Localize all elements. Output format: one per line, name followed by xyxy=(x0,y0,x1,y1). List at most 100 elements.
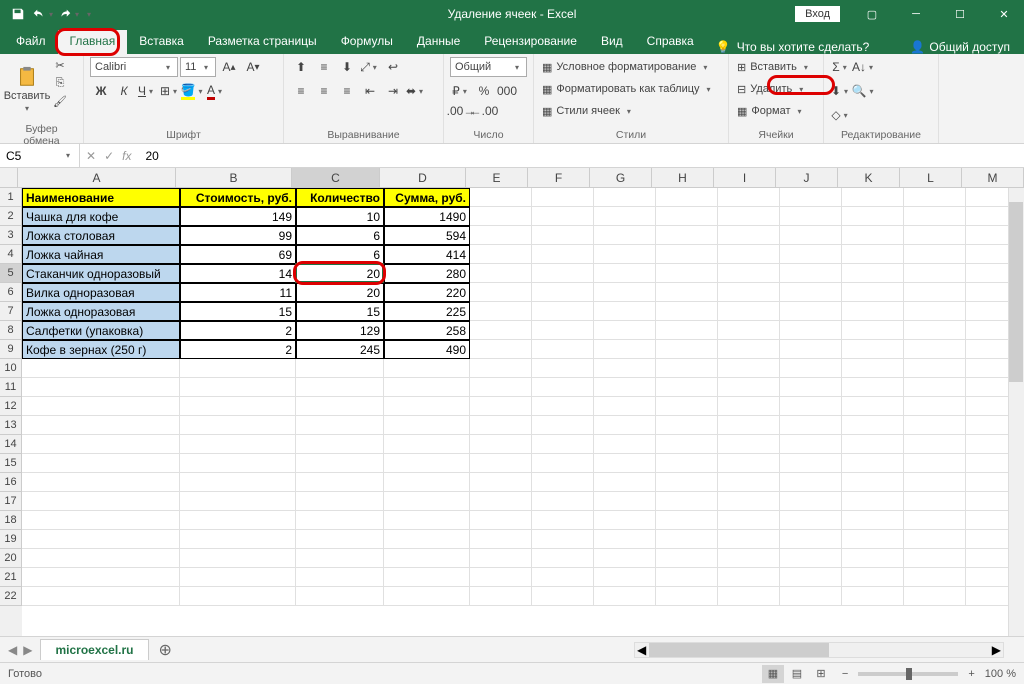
currency-icon[interactable]: ₽▾ xyxy=(450,81,472,101)
cell[interactable] xyxy=(718,245,780,264)
cell[interactable] xyxy=(296,530,384,549)
cell[interactable] xyxy=(656,207,718,226)
cell[interactable]: 20 xyxy=(296,283,384,302)
col-header-K[interactable]: K xyxy=(838,168,900,187)
cell[interactable] xyxy=(718,587,780,606)
cell[interactable] xyxy=(656,530,718,549)
cell[interactable] xyxy=(842,492,904,511)
sheet-tab[interactable]: microexcel.ru xyxy=(40,639,148,660)
border-button[interactable]: ⊞▾ xyxy=(159,81,181,101)
percent-icon[interactable]: % xyxy=(473,81,495,101)
col-header-C[interactable]: C xyxy=(292,168,380,187)
cell[interactable] xyxy=(22,435,180,454)
cell[interactable] xyxy=(180,359,296,378)
cell[interactable] xyxy=(532,226,594,245)
row-header-1[interactable]: 1 xyxy=(0,188,22,207)
cell[interactable] xyxy=(180,530,296,549)
cell[interactable] xyxy=(384,492,470,511)
row-header-17[interactable]: 17 xyxy=(0,492,22,511)
cell[interactable] xyxy=(384,587,470,606)
row-header-12[interactable]: 12 xyxy=(0,397,22,416)
cell[interactable] xyxy=(384,359,470,378)
redo-icon[interactable]: ▾ xyxy=(58,2,82,26)
cell[interactable] xyxy=(718,283,780,302)
cell[interactable] xyxy=(532,568,594,587)
row-header-10[interactable]: 10 xyxy=(0,359,22,378)
cell[interactable] xyxy=(780,416,842,435)
cell[interactable]: Ложка столовая xyxy=(22,226,180,245)
row-header-7[interactable]: 7 xyxy=(0,302,22,321)
cell[interactable] xyxy=(296,473,384,492)
cell[interactable] xyxy=(656,359,718,378)
cell[interactable] xyxy=(22,568,180,587)
cell[interactable] xyxy=(718,530,780,549)
cell[interactable] xyxy=(470,207,532,226)
cell[interactable] xyxy=(594,568,656,587)
italic-button[interactable]: К xyxy=(113,81,135,101)
cell[interactable] xyxy=(470,587,532,606)
cell[interactable] xyxy=(532,511,594,530)
cell[interactable] xyxy=(842,188,904,207)
save-icon[interactable] xyxy=(6,2,30,26)
cell[interactable] xyxy=(904,511,966,530)
add-sheet-icon[interactable]: ⊕ xyxy=(149,640,182,660)
sort-icon[interactable]: A↓▾ xyxy=(853,57,875,77)
merge-icon[interactable]: ⬌▾ xyxy=(405,81,427,101)
col-header-L[interactable]: L xyxy=(900,168,962,187)
undo-icon[interactable]: ▾ xyxy=(32,2,56,26)
cell[interactable] xyxy=(296,511,384,530)
row-header-2[interactable]: 2 xyxy=(0,207,22,226)
cell[interactable] xyxy=(656,188,718,207)
cell[interactable] xyxy=(718,321,780,340)
cell[interactable] xyxy=(904,302,966,321)
cell[interactable] xyxy=(842,530,904,549)
cell[interactable]: Количество xyxy=(296,188,384,207)
cell[interactable] xyxy=(656,435,718,454)
cell[interactable] xyxy=(842,549,904,568)
cell[interactable]: 594 xyxy=(384,226,470,245)
cell[interactable] xyxy=(296,378,384,397)
cell[interactable] xyxy=(842,568,904,587)
autosum-icon[interactable]: Σ▾ xyxy=(830,57,852,77)
view-page-icon[interactable]: ▤ xyxy=(786,665,808,683)
cell[interactable] xyxy=(180,473,296,492)
decrease-font-icon[interactable]: A▾ xyxy=(242,57,264,77)
login-button[interactable]: Вход xyxy=(795,6,840,22)
cell[interactable] xyxy=(594,416,656,435)
cell[interactable] xyxy=(842,264,904,283)
tab-insert[interactable]: Вставка xyxy=(127,30,196,54)
cell[interactable] xyxy=(22,530,180,549)
cell[interactable] xyxy=(532,473,594,492)
cell[interactable] xyxy=(296,435,384,454)
cell[interactable]: Стаканчик одноразовый xyxy=(22,264,180,283)
cell[interactable]: Вилка одноразовая xyxy=(22,283,180,302)
cell[interactable]: Наименование xyxy=(22,188,180,207)
cell[interactable] xyxy=(656,587,718,606)
cell[interactable] xyxy=(780,587,842,606)
align-right-icon[interactable]: ≡ xyxy=(336,81,358,101)
cell[interactable] xyxy=(22,473,180,492)
tab-view[interactable]: Вид xyxy=(589,30,635,54)
cell[interactable] xyxy=(532,530,594,549)
cell[interactable] xyxy=(594,264,656,283)
cell[interactable] xyxy=(594,188,656,207)
cell[interactable] xyxy=(296,549,384,568)
cell[interactable] xyxy=(532,207,594,226)
cell[interactable] xyxy=(718,340,780,359)
cell[interactable] xyxy=(656,568,718,587)
cut-icon[interactable]: ✂ xyxy=(52,57,68,73)
cell[interactable] xyxy=(296,397,384,416)
cell[interactable] xyxy=(656,321,718,340)
cell[interactable]: 2 xyxy=(180,321,296,340)
cell[interactable] xyxy=(296,568,384,587)
cell[interactable] xyxy=(656,340,718,359)
cell[interactable] xyxy=(532,283,594,302)
cell[interactable] xyxy=(22,492,180,511)
cell[interactable] xyxy=(718,359,780,378)
format-table-button[interactable]: ▦Форматировать как таблицу▾ xyxy=(540,79,722,99)
cell[interactable] xyxy=(656,473,718,492)
find-icon[interactable]: 🔍▾ xyxy=(853,81,875,101)
cell[interactable] xyxy=(594,283,656,302)
cell[interactable] xyxy=(780,397,842,416)
cell[interactable]: 1490 xyxy=(384,207,470,226)
